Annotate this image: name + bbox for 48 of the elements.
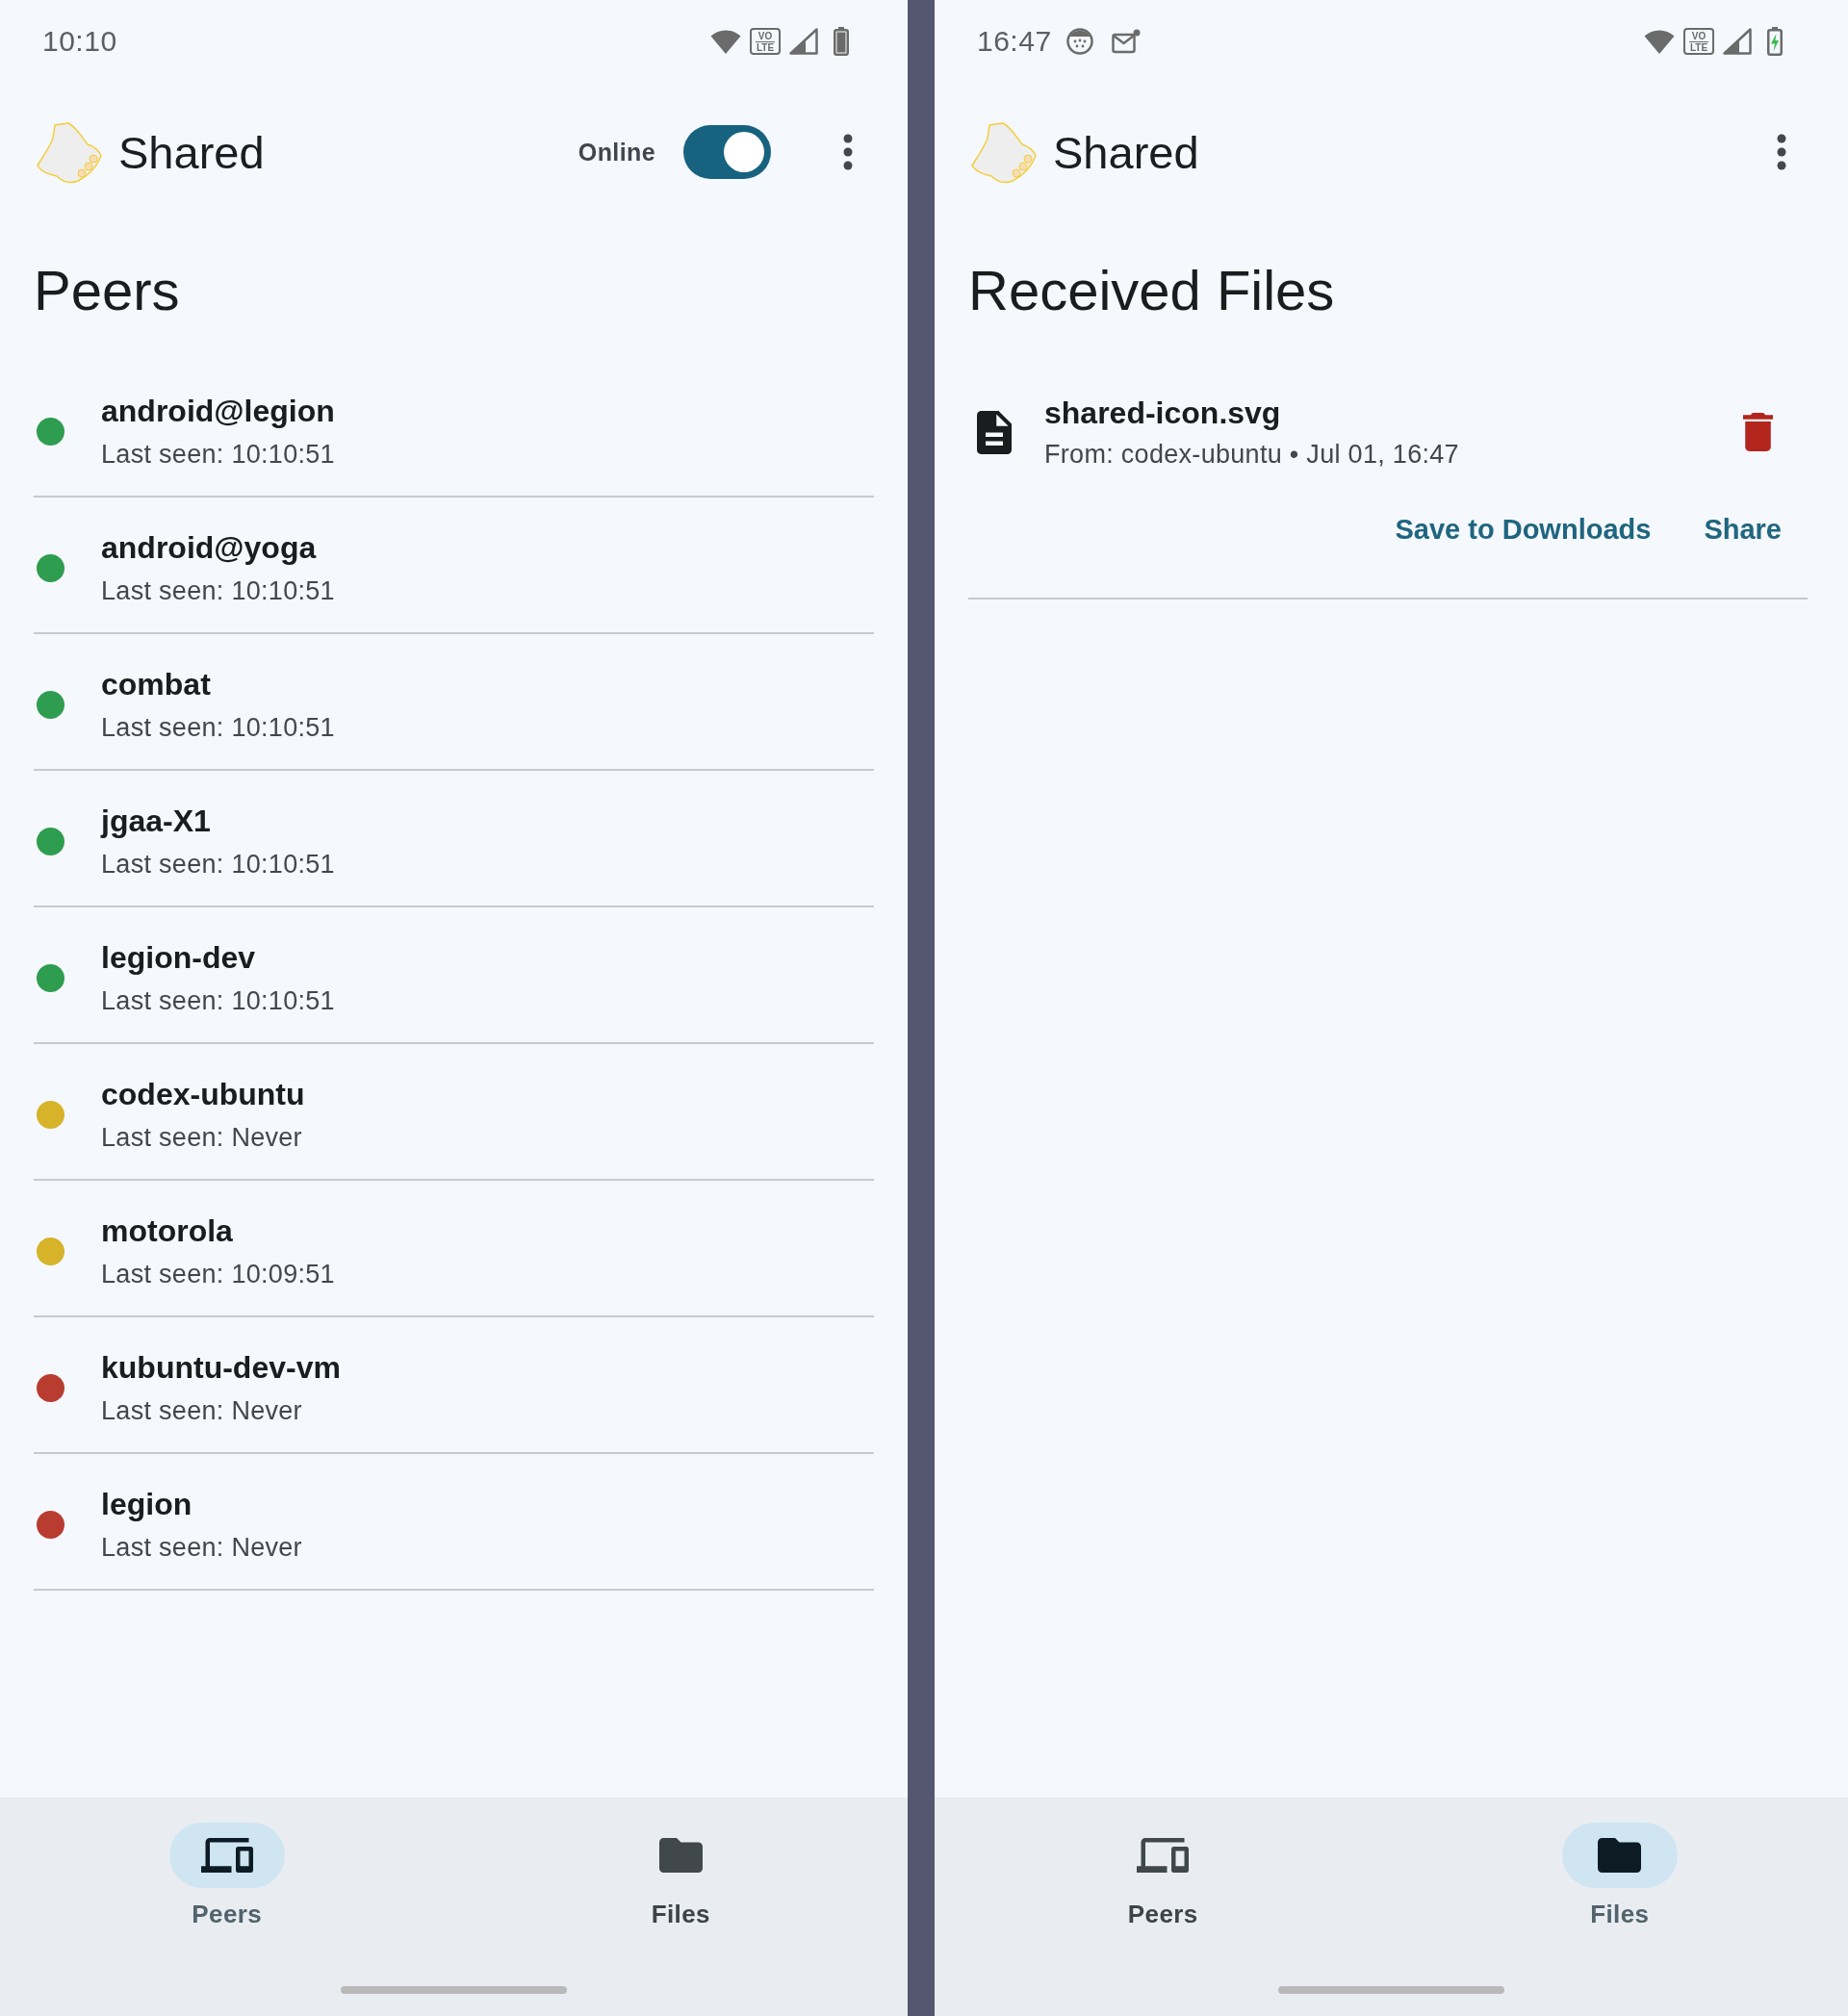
signal-icon xyxy=(1723,28,1752,55)
online-switch[interactable] xyxy=(683,125,771,179)
mail-icon xyxy=(1111,29,1141,54)
peer-name: android@yoga xyxy=(101,529,317,567)
app-title: Shared xyxy=(118,125,265,179)
app-title: Shared xyxy=(1053,125,1199,179)
last-seen-text: Last seen: 10:10:51 xyxy=(101,849,335,880)
more-menu-icon[interactable] xyxy=(1777,134,1786,170)
file-details: From: codex-ubuntu • Jul 01, 16:47 xyxy=(1044,439,1459,471)
more-menu-icon[interactable] xyxy=(843,134,853,170)
last-seen-text: Last seen: 10:10:51 xyxy=(101,712,335,744)
nav-tab[interactable]: Peers xyxy=(1127,1823,1198,1927)
last-seen-text: Last seen: Never xyxy=(101,1395,302,1427)
document-icon xyxy=(977,410,1012,454)
peer-name: combat xyxy=(101,666,211,703)
last-seen-text: Last seen: Never xyxy=(101,1532,302,1564)
last-seen-text: Last seen: 10:10:51 xyxy=(101,575,335,607)
trash-icon[interactable] xyxy=(1743,413,1773,451)
nav-tab[interactable]: Files xyxy=(651,1823,710,1927)
dotted-circle-icon xyxy=(1065,27,1094,56)
save-button[interactable]: Save to Downloads xyxy=(1391,510,1656,549)
online-label: Online xyxy=(578,138,655,166)
folder-icon xyxy=(658,1838,703,1873)
peer-name: android@legion xyxy=(101,393,335,430)
signal-icon xyxy=(789,28,818,55)
last-seen-text: Last seen: Never xyxy=(101,1122,302,1154)
peer-name: motorola xyxy=(101,1212,233,1250)
nav-tab[interactable]: Peers xyxy=(168,1823,285,1927)
devices-icon xyxy=(1137,1838,1190,1873)
status-time: 10:10 xyxy=(42,25,117,58)
last-seen-text: Last seen: 10:10:51 xyxy=(101,985,335,1017)
page-title: Peers xyxy=(34,258,180,323)
peer-name: codex-ubuntu xyxy=(101,1076,305,1113)
file-name: shared-icon.svg xyxy=(1044,395,1281,432)
wifi-icon xyxy=(710,29,741,54)
status-time: 16:47 xyxy=(977,25,1052,58)
nav-tab[interactable]: Files xyxy=(1561,1823,1678,1927)
volte-indicator: VO LTE xyxy=(1683,28,1714,55)
peer-name: legion-dev xyxy=(101,939,255,977)
peer-name: legion xyxy=(101,1486,192,1523)
share-button[interactable]: Share xyxy=(1700,510,1785,549)
peer-name: kubuntu-dev-vm xyxy=(101,1349,341,1387)
last-seen-text: Last seen: 10:09:51 xyxy=(101,1259,335,1290)
last-seen-text: Last seen: 10:10:51 xyxy=(101,439,335,471)
peer-name: jgaa-X1 xyxy=(101,803,211,840)
wifi-icon xyxy=(1644,29,1675,54)
page-title: Received Files xyxy=(968,258,1335,323)
volte-indicator: VO LTE xyxy=(750,28,781,55)
